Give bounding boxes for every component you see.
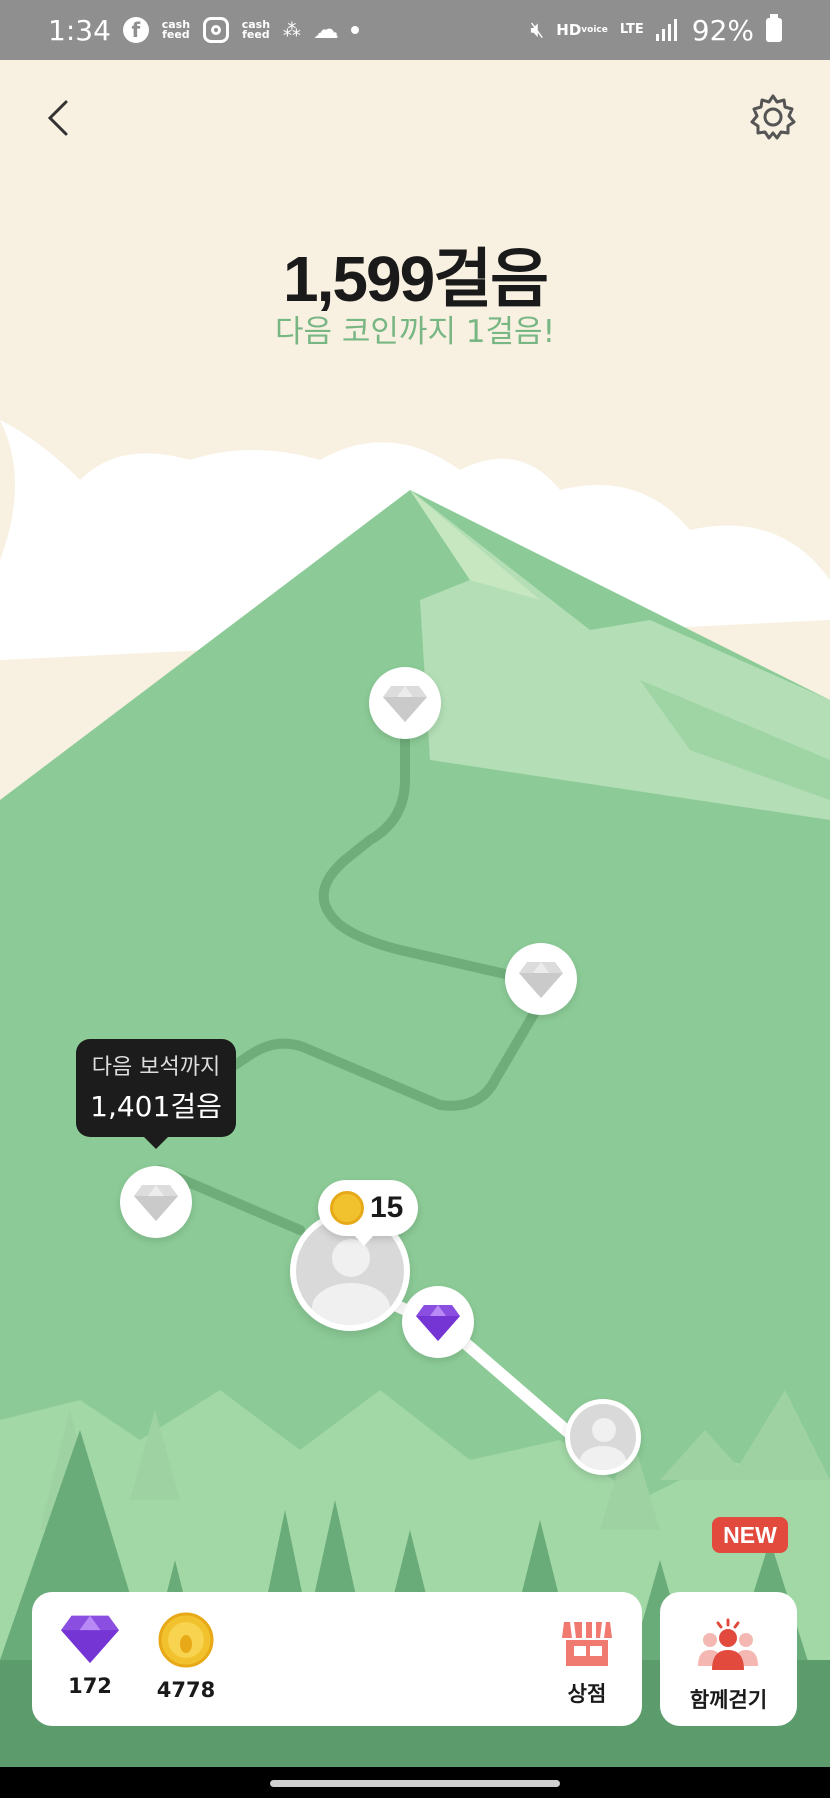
avatar-body <box>312 1283 390 1325</box>
hd-label: HD <box>556 20 582 39</box>
gem-node-next[interactable] <box>120 1166 192 1238</box>
next-gem-tooltip: 다음 보석까지 1,401걸음 <box>76 1039 236 1149</box>
avatar-head <box>592 1418 616 1442</box>
walk-together-label: 함께걷기 <box>689 1688 768 1712</box>
purple-gem-icon <box>61 1615 119 1664</box>
chevron-left-icon <box>47 100 68 136</box>
gem-icon <box>134 1185 178 1221</box>
coin-reward-bubble[interactable]: 15 <box>318 1180 418 1246</box>
shop-icon <box>562 1621 612 1666</box>
back-button[interactable] <box>36 96 80 140</box>
shop-label: 상점 <box>567 1682 607 1706</box>
instagram-icon <box>202 17 229 43</box>
battery-icon <box>766 14 782 42</box>
status-time: 1:34 <box>48 13 111 47</box>
purple-gem-icon <box>416 1305 460 1341</box>
hd-voice-icon: HD voice <box>556 20 608 39</box>
gem-icon <box>519 962 563 998</box>
gear-icon <box>750 94 796 140</box>
gem-node-locked[interactable] <box>369 667 441 739</box>
settings-button[interactable] <box>748 92 798 142</box>
coin-reward-count: 15 <box>370 1191 404 1224</box>
gems-stat[interactable]: 172 <box>50 1612 130 1698</box>
gem-icon <box>383 686 427 722</box>
battery-percent: 92% <box>691 13 754 47</box>
group-walk-icon <box>698 1618 758 1670</box>
next-coin-text: 다음 코인까지 1걸음! <box>274 314 556 350</box>
hd-sub-label: voice <box>581 24 608 35</box>
signal-icon <box>655 19 680 41</box>
app-notification-icon: ⁂ <box>282 19 301 41</box>
coins-count: 4778 <box>156 1678 216 1702</box>
lte-icon: LTE <box>619 22 644 37</box>
avatar-body <box>580 1446 626 1470</box>
facebook-icon: f <box>122 17 149 43</box>
shop-button[interactable]: 상점 <box>552 1618 622 1708</box>
walk-together-button[interactable]: 함께걷기 <box>660 1592 797 1726</box>
mute-icon: 🔇︎ <box>530 17 545 43</box>
gem-node-locked[interactable] <box>505 943 577 1015</box>
friend-avatar[interactable] <box>565 1399 641 1475</box>
more-notifications-icon <box>350 26 359 34</box>
walking-map: 1,599걸음 다음 코인까지 1걸음! 다음 보석까지 1,401걸음 15 … <box>0 60 830 1767</box>
tooltip-steps: 1,401걸음 <box>90 1090 222 1123</box>
cloud-icon: ☁ <box>312 15 339 45</box>
cashfeed-icon-2: cash feed <box>241 18 271 41</box>
gem-node-collected[interactable] <box>402 1286 474 1358</box>
coin-icon <box>330 1191 364 1225</box>
coins-stat[interactable]: 4778 <box>146 1612 226 1702</box>
gems-count: 172 <box>68 1674 112 1698</box>
home-indicator[interactable] <box>270 1780 560 1787</box>
status-bar: 1:34 f cash feed cash feed ⁂ ☁ 🔇︎ HD voi… <box>0 0 830 60</box>
new-badge: NEW <box>712 1517 788 1553</box>
cashfeed-icon: cash feed <box>161 18 191 41</box>
wallet-card: 172 4778 상점 <box>32 1592 642 1726</box>
coin-icon <box>158 1612 214 1668</box>
tooltip-title: 다음 보석까지 <box>91 1055 221 1080</box>
